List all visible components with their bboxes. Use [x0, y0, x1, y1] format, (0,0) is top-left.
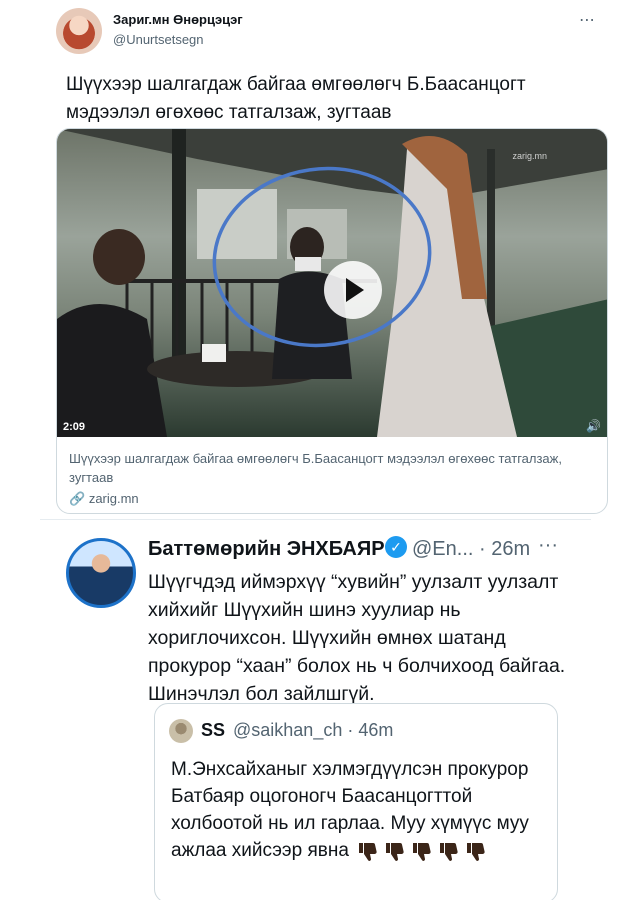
separator-dot: · — [347, 720, 354, 740]
tweet-bottom: Баттөмөрийн ЭНХБАЯР ✓ @En... · 26m ··· Ш… — [40, 519, 591, 900]
thumbs-down-icon — [386, 843, 404, 862]
card-title[interactable]: Шүүхээр шалгагдаж байгаа өмгөөлөгч Б.Баа… — [69, 449, 589, 487]
thumbs-down-icon — [359, 843, 377, 862]
more-options-button[interactable]: ⋯ — [579, 10, 596, 30]
link-icon: 🔗 — [69, 491, 86, 506]
thumbs-down-icon — [413, 843, 431, 862]
verified-badge-icon: ✓ — [385, 536, 407, 558]
author-name[interactable]: Зариг.мн Өнөрцэцэг — [113, 12, 243, 27]
more-options-button[interactable]: ··· — [538, 534, 558, 557]
card-link-text: zarig.mn — [88, 491, 139, 506]
quoted-avatar — [169, 719, 193, 743]
play-icon[interactable] — [324, 261, 382, 319]
quoted-author-name: SS — [201, 720, 226, 740]
volume-icon[interactable]: 🔊 — [586, 419, 601, 433]
thumbs-down-icon — [440, 843, 458, 862]
author-handle-time[interactable]: @En... · 26m — [412, 538, 530, 561]
card-link[interactable]: 🔗 zarig.mn — [69, 491, 139, 507]
tweet-text: Шүүгчдэд иймэрхүү “хувийн” уулзалт уулза… — [148, 571, 566, 705]
author-handle[interactable]: @Unurtsetsegn — [113, 32, 204, 47]
author-name[interactable]: Баттөмөрийн ЭНХБАЯР — [148, 538, 385, 561]
video-duration: 2:09 — [63, 421, 86, 433]
avatar[interactable] — [66, 538, 136, 608]
quoted-tweet[interactable]: SS @saikhan_ch · 46m М.Энхсайханыг хэлмэ… — [154, 703, 558, 900]
link-card[interactable]: zarig.mn 2:09 🔊 Шүүхээр шалгагдаж байгаа… — [56, 128, 608, 514]
tweet-top: Зариг.мн Өнөрцэцэг @Unurtsetsegn ⋯ Шүүхэ… — [0, 0, 641, 515]
quoted-text-block: М.Энхсайханыг хэлмэгдүүлсэн прокурор Бат… — [171, 756, 551, 864]
tweet-top-body: Зариг.мн Өнөрцэцэг @Unurtsetsegn ⋯ Шүүхэ… — [40, 0, 608, 515]
thumbs-down-icon — [467, 843, 485, 862]
quoted-author-handle: @saikhan_ch — [233, 720, 343, 740]
quoted-handle-time: @saikhan_ch · 46m — [233, 720, 393, 741]
video-watermark: zarig.mn — [512, 151, 547, 161]
avatar[interactable] — [56, 8, 102, 54]
thumbs-down-emojis — [356, 837, 491, 864]
tweet-time: 26m — [491, 538, 531, 560]
video-player[interactable]: zarig.mn 2:09 🔊 — [57, 129, 607, 437]
author-handle: @En... — [412, 538, 474, 560]
separator-dot: · — [479, 538, 486, 560]
tweet-text: Шүүхээр шалгагдаж байгаа өмгөөлөгч Б.Баа… — [66, 74, 526, 123]
quoted-time: 46m — [358, 720, 394, 740]
